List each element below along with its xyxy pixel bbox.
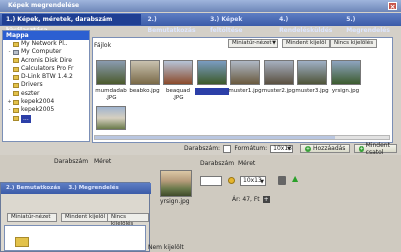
overlay-tabs: 2.) Bemutatkozás 3.) Megrendelés	[1, 183, 151, 194]
tab-step-5[interactable]: 5.) Megrendelés	[342, 14, 398, 34]
folder-panel: Mappa My Network Pl.. - My Computer Acron…	[2, 30, 90, 142]
order-price: Ár: 47, Ft +	[232, 196, 270, 203]
tree-expander[interactable]: -	[7, 48, 12, 56]
select-none-button[interactable]: Nincs kijelölés	[330, 39, 378, 48]
tree-item-selected[interactable]: ...	[3, 114, 89, 123]
thumbnail-label: yrsign.jpg	[331, 88, 360, 94]
col-quantity-header-2: Darabszám	[200, 160, 235, 167]
tab-step-1[interactable]: 1.) Képek, méretek, darabszám kiválasztá…	[2, 14, 141, 34]
thumbnail-image[interactable]	[163, 60, 193, 85]
tree-expander[interactable]: -	[7, 106, 12, 114]
order-item-thumbnail[interactable]	[160, 170, 192, 197]
tab-step-2[interactable]: 2.) Bemutatkozás	[144, 14, 204, 34]
computer-icon	[13, 49, 19, 55]
add-all-button[interactable]: + Mindent csatol	[354, 142, 397, 156]
tree-item[interactable]: My Network Pl..	[3, 40, 89, 48]
main-window: Képek megrendelése × 1.) Képek, méretek,…	[0, 0, 401, 252]
folder-icon	[13, 99, 19, 105]
folder-icon	[13, 41, 19, 47]
thumbnail-label: muster3.jpg	[295, 88, 329, 94]
chevron-down-icon: ▼	[260, 179, 264, 185]
trash-icon[interactable]	[278, 176, 286, 185]
folder-icon	[13, 83, 19, 89]
thumbnail-image[interactable]	[297, 60, 327, 85]
tree-item[interactable]: Acronis Disk Dire	[3, 57, 89, 65]
tree-item[interactable]: - My Computer	[3, 48, 89, 56]
tree-item[interactable]: + kepek2004	[3, 98, 89, 106]
overlay-view-select[interactable]: Miniatűr-nézet	[7, 213, 57, 222]
folder-icon	[13, 58, 19, 64]
overlay-footer-text: Nem kijelölt	[148, 244, 184, 251]
tree-item[interactable]: Drivers	[3, 81, 89, 89]
thumbnail-image[interactable]	[96, 60, 126, 85]
thumbnail-label: muster2.jpg	[261, 88, 296, 94]
close-icon[interactable]: ×	[388, 2, 397, 11]
tab-step-3[interactable]: 3.) Képek feltöltése	[206, 14, 272, 34]
tree-item[interactable]: eszter	[3, 90, 89, 98]
select-all-button[interactable]: Mindent kijelöl	[282, 39, 331, 48]
tree-item[interactable]: D-Link BTW 1.4.2	[3, 73, 89, 81]
folder-icon	[13, 108, 19, 114]
thumbnail-image[interactable]	[129, 60, 160, 85]
plus-icon: +	[359, 145, 364, 152]
chevron-down-icon: ▼	[287, 145, 291, 152]
overlay-select-all-button[interactable]: Mindent kijelöl	[61, 213, 110, 222]
overlay-tab-2[interactable]: 2.) Bemutatkozás	[3, 184, 63, 193]
window-title: Képek megrendelése	[8, 2, 80, 9]
add-button[interactable]: + Hozzáadás	[299, 144, 351, 153]
view-mode-select[interactable]: Miniatűr-nézet ▼	[228, 39, 278, 48]
thumbnail-image[interactable]	[330, 60, 361, 85]
quantity-input[interactable]	[223, 144, 232, 153]
overlapping-window: 2.) Bemutatkozás 3.) Megrendelés Miniatű…	[0, 182, 151, 252]
files-panel-title: Fájlok	[94, 42, 112, 49]
files-scrollbar[interactable]	[94, 135, 390, 140]
tree-item[interactable]: Calculators Pro Fr	[3, 65, 89, 73]
tab-step-4[interactable]: 4.) Rendelésküldés	[275, 14, 339, 34]
folder-icon	[13, 91, 19, 97]
step-tabs: 1.) Képek, méretek, darabszám kiválasztá…	[0, 13, 401, 34]
thumbnail-label: mumdadab .JPG	[95, 88, 127, 101]
arrow-icon: ▲	[292, 174, 299, 183]
order-quantity-input[interactable]	[200, 176, 222, 186]
tree-item[interactable]: - kepek2005	[3, 106, 89, 114]
format-label: Formátum:	[234, 145, 268, 152]
thumbnail-label: beaquad .JPG	[165, 88, 191, 101]
overlay-tab-3[interactable]: 3.) Megrendelés	[65, 184, 121, 193]
col-size-header: Méret	[94, 158, 112, 165]
quantity-label: Darabszám:	[184, 145, 221, 152]
format-select[interactable]: 10x13 ▼	[270, 144, 293, 153]
thumbnail-label: muster1.jpg	[228, 88, 262, 94]
folder-icon	[13, 74, 19, 80]
scrollbar-thumb[interactable]	[95, 136, 335, 139]
thumbnail-image[interactable]	[196, 60, 227, 85]
thumbnail-image[interactable]	[230, 60, 260, 85]
thumbnail-image[interactable]	[96, 106, 126, 130]
thumbnail-label: beabko.jpg	[129, 88, 160, 94]
order-item-filename: yrsign.jpg	[160, 198, 190, 205]
order-format-select[interactable]: 10x13 ▼	[240, 176, 266, 186]
thumbnail-image[interactable]	[263, 60, 294, 85]
folder-panel-title: Mappa	[3, 31, 89, 40]
chevron-down-icon: ▼	[272, 40, 276, 46]
col-size-header-2: Méret	[238, 160, 256, 167]
window-titlebar: Képek megrendelése ×	[0, 0, 401, 12]
tree-expander[interactable]: +	[7, 98, 12, 106]
plus-icon: +	[304, 145, 311, 152]
coin-icon	[228, 177, 235, 184]
thumbnail-label	[194, 88, 229, 95]
col-quantity-header: Darabszám	[54, 158, 89, 165]
order-bar: Darabszám: Formátum: 10x13 ▼ + Hozzáadás +…	[92, 142, 397, 156]
folder-icon	[13, 116, 19, 122]
increase-button[interactable]: +	[262, 196, 270, 203]
folder-icon[interactable]	[15, 237, 29, 247]
overlay-select-none-button[interactable]: Nincs kijelölés	[107, 213, 149, 227]
folder-icon	[13, 66, 19, 72]
